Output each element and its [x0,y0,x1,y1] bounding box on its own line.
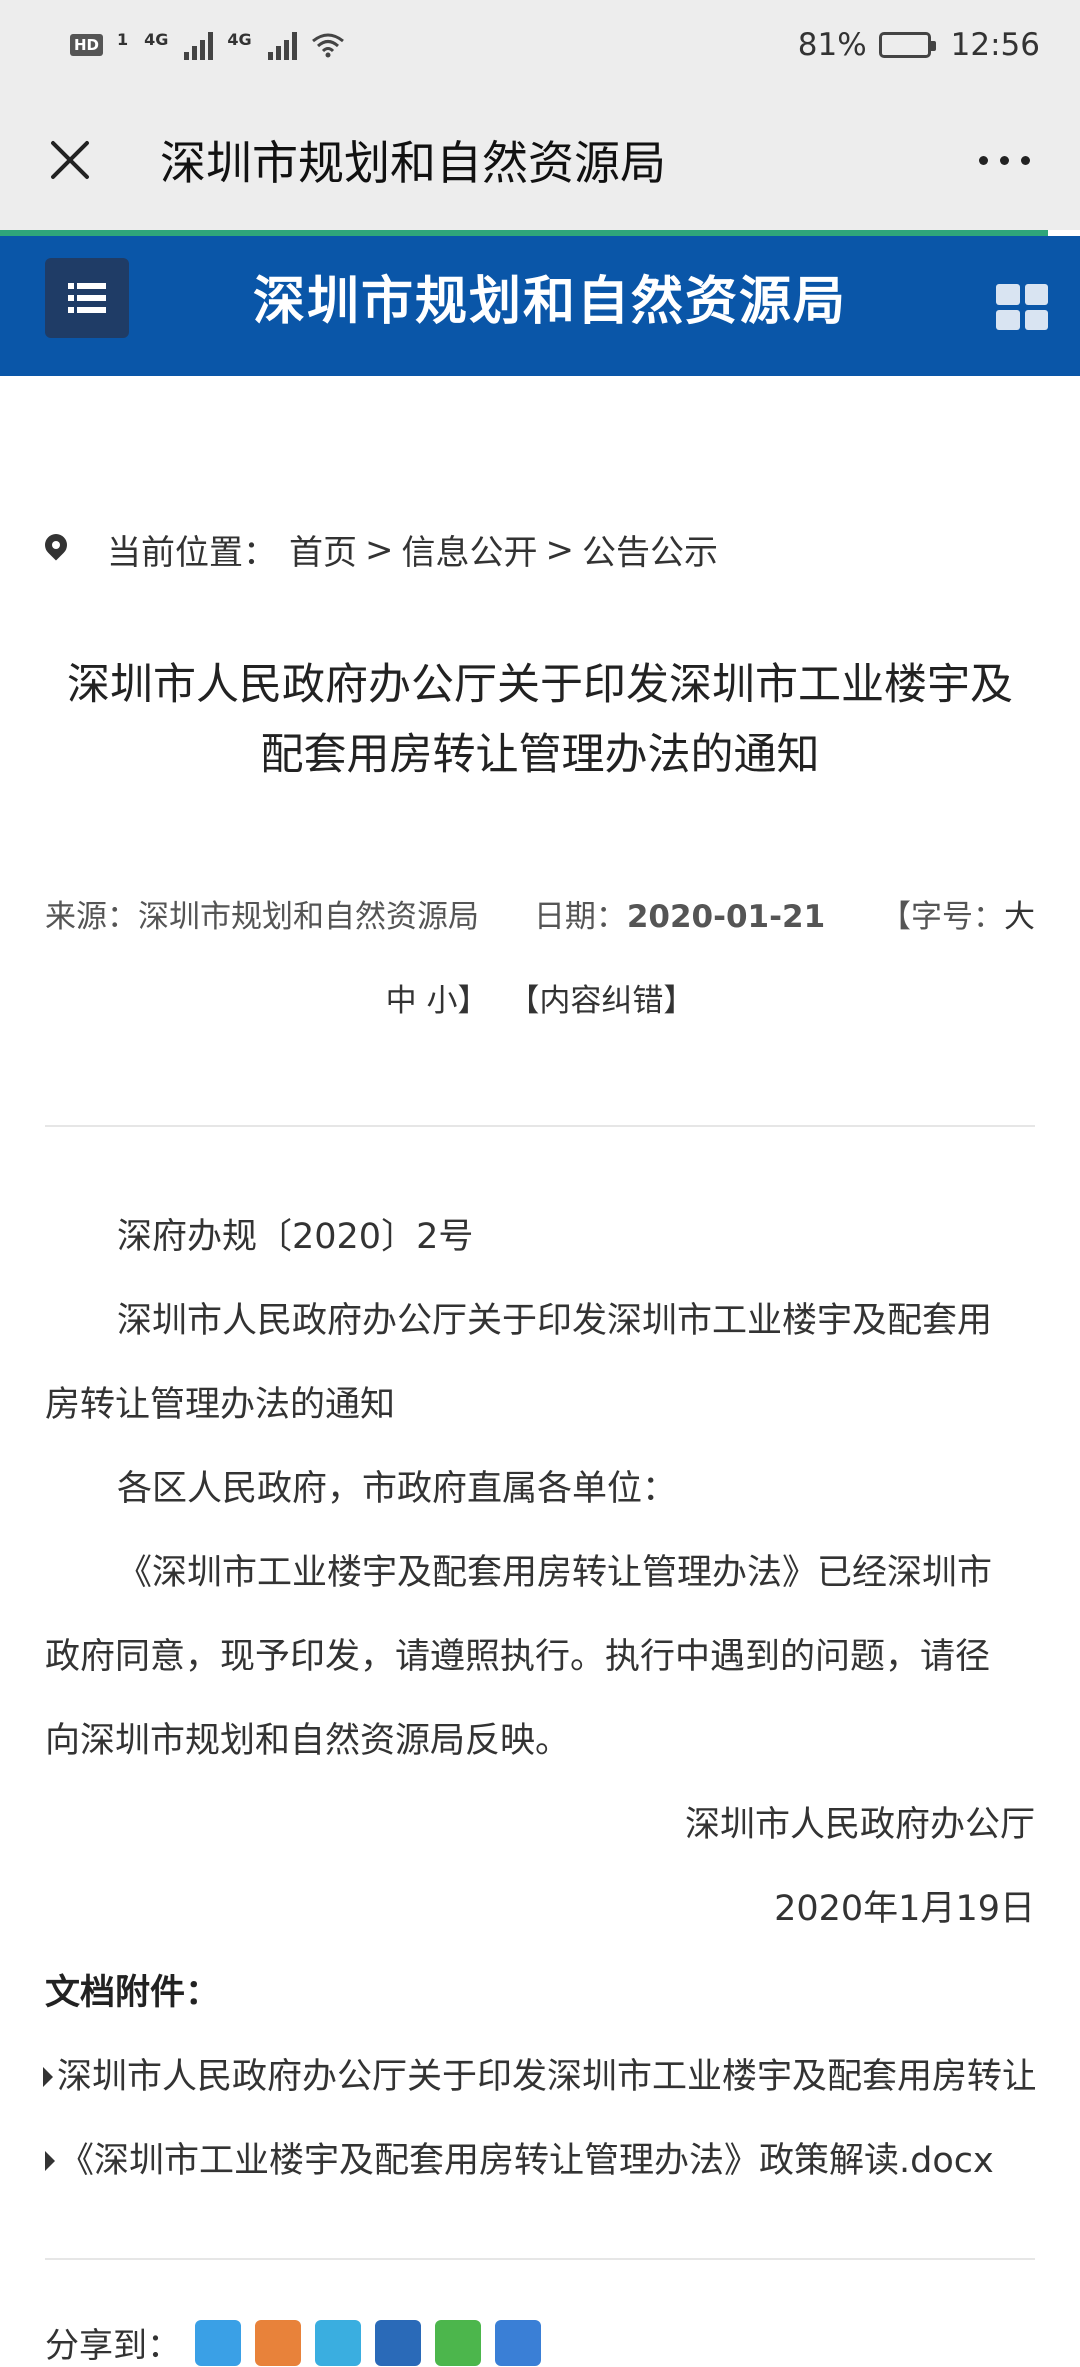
font-size-close: 】 [457,983,489,1019]
menu-button[interactable] [45,258,129,338]
status-bar: HD 1 4G 4G 81% 12:56 [0,0,1080,90]
share-more-icon[interactable] [495,2319,541,2366]
status-right: 81% 12:56 [798,27,1040,63]
signal-icon [184,30,214,60]
attachment-link-1[interactable]: 深圳市人民政府办公厅关于印发深圳市工业楼宇及配套用房转让管 [57,2035,1035,2119]
breadcrumb-home[interactable]: 首页 [289,525,357,574]
article-body: 深府办规〔2020〕2号 深圳市人民政府办公厅关于印发深圳市工业楼宇及配套用 房… [43,1195,1035,2203]
source: 来源：深圳市规划和自然资源局 [45,875,479,959]
breadcrumb-separator: > [545,529,575,570]
triangle-right-icon [43,2067,53,2087]
article-title-line1: 深圳市人民政府办公厅关于印发深圳市工业楼宇及 [67,660,1013,710]
share-renren-icon[interactable] [375,2319,421,2366]
location-pin-icon [45,534,67,566]
network-type-1: 4G [144,30,169,49]
divider [45,2258,1035,2260]
status-left: HD 1 4G 4G [70,30,345,60]
share-label: 分享到： [45,2326,181,2366]
signal-icon-2 [267,30,297,60]
date-value: 2020-01-21 [626,899,826,935]
content-error-link[interactable]: 【内容纠错】 [508,983,694,1019]
share-wechat-icon[interactable] [435,2319,481,2366]
font-medium-link[interactable]: 中 [386,983,417,1019]
page-title: 深圳市规划和自然资源局 [160,136,666,190]
salutation: 各区人民政府，市政府直属各单位： [117,1469,678,1509]
attachments-label: 文档附件： [45,1973,221,2013]
attachment-item[interactable]: 深圳市人民政府办公厅关于印发深圳市工业楼宇及配套用房转让管 [43,2035,1035,2119]
source-label: 来源： [45,899,138,935]
list-icon [68,283,106,313]
date-label: 日期： [533,899,627,935]
title-bar: 深圳市规划和自然资源局 [0,90,1080,230]
more-icon[interactable] [979,155,1040,165]
article-title: 深圳市人民政府办公厅关于印发深圳市工业楼宇及 配套用房转让管理办法的通知 [45,650,1035,790]
share-weibo-icon[interactable] [195,2319,241,2366]
breadcrumb-info-public[interactable]: 信息公开 [402,525,538,574]
paragraph-line2: 政府同意，现予印发，请遵照执行。执行中遇到的问题，请径 [45,1637,991,1677]
network-type-2: 4G [227,30,252,49]
font-size-control: 【字号：大 [880,875,1035,959]
source-value: 深圳市规划和自然资源局 [138,899,479,935]
close-icon[interactable] [40,130,100,190]
site-header: 深圳市规划和自然资源局 [0,236,1080,376]
meta-row: 来源：深圳市规划和自然资源局 日期：2020-01-21 【字号：大 [45,875,1035,959]
breadcrumb-label: 当前位置： [107,533,277,573]
attachment-item[interactable]: 《深圳市工业楼宇及配套用房转让管理办法》政策解读.docx [45,2119,1035,2203]
hd-badge: HD [70,34,104,56]
body-heading-line2: 房转让管理办法的通知 [45,1385,396,1425]
body-heading-line1: 深圳市人民政府办公厅关于印发深圳市工业楼宇及配套用 [117,1301,993,1341]
triangle-right-icon [45,2151,55,2171]
meta-row-2: 中 小】 【内容纠错】 [45,959,1035,1043]
paragraph-line1: 《深圳市工业楼宇及配套用房转让管理办法》已经深圳市 [117,1553,993,1593]
share-qzone-icon[interactable] [255,2319,301,2366]
attachment-link-2[interactable]: 《深圳市工业楼宇及配套用房转让管理办法》政策解读.docx [59,2119,994,2203]
sign-date: 2020年1月19日 [774,1889,1035,1929]
battery-icon [878,32,936,58]
paragraph-line3: 向深圳市规划和自然资源局反映。 [45,1721,571,1761]
wifi-icon [311,33,344,58]
share-row: 分享到： [45,2318,541,2367]
font-large-link[interactable]: 大 [1004,899,1035,935]
font-small-link[interactable]: 小 [427,983,458,1019]
divider [45,1125,1035,1127]
battery-percent: 81% [797,27,867,63]
font-size-label: 【字号： [879,899,1004,935]
breadcrumb-separator: > [365,529,394,570]
breadcrumb-notices[interactable]: 公告公示 [582,525,718,574]
article-meta: 来源：深圳市规划和自然资源局 日期：2020-01-21 【字号：大 中 小】 … [45,875,1035,1043]
site-logo-title: 深圳市规划和自然资源局 [252,270,847,332]
sim1-indicator: 1 [117,30,129,49]
article-title-line2: 配套用房转让管理办法的通知 [260,730,820,780]
signer: 深圳市人民政府办公厅 [684,1805,1035,1845]
grid-icon[interactable] [996,284,1048,330]
breadcrumb: 当前位置： 首页 > 信息公开 > 公告公示 [45,525,718,574]
share-tencent-icon[interactable] [315,2319,361,2366]
doc-number: 深府办规〔2020〕2号 [117,1217,474,1257]
date: 日期：2020-01-21 [534,875,825,959]
clock: 12:56 [950,27,1040,63]
